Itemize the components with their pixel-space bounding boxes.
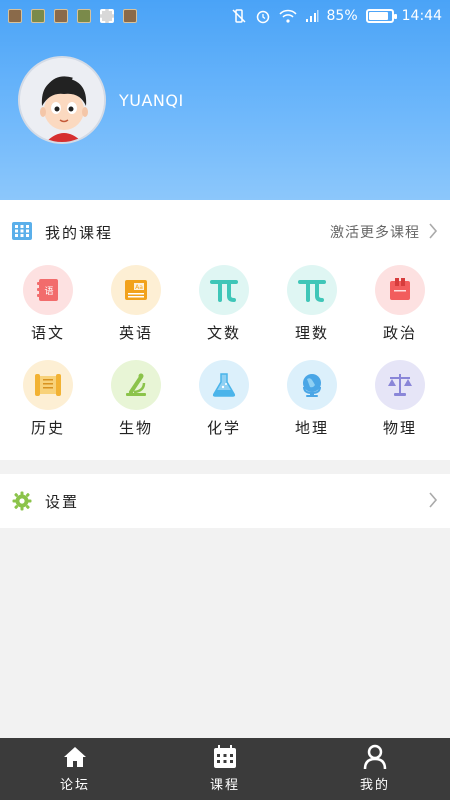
alarm-icon: [255, 8, 271, 24]
chevron-right-icon: [428, 492, 438, 512]
activate-more-courses-link[interactable]: 激活更多课程: [330, 222, 420, 242]
subject-liberal-math[interactable]: 文数: [189, 265, 259, 343]
subject-physics[interactable]: 物理: [365, 360, 435, 438]
clock: 14:44: [401, 8, 442, 24]
subject-chinese[interactable]: 语 语文: [13, 265, 83, 343]
my-courses-panel: 我的课程 激活更多课程 语 语文 Aa 英语 文数 理数 政治 历史 生物 化学…: [0, 200, 450, 460]
subject-label: 语文: [30, 324, 65, 342]
nav-forum[interactable]: 论坛: [0, 738, 150, 800]
signal-icon: [305, 9, 319, 23]
subject-geography[interactable]: 地理: [277, 360, 347, 438]
subject-history[interactable]: 历史: [13, 360, 83, 438]
svg-text:语: 语: [44, 286, 53, 297]
nav-label: 我的: [359, 778, 390, 793]
my-courses-header: 我的课程 激活更多课程: [0, 218, 450, 246]
subject-label: 政治: [382, 324, 417, 342]
flask-icon: [199, 360, 249, 410]
subject-label: 物理: [382, 419, 417, 437]
subject-politics[interactable]: 政治: [365, 265, 435, 343]
subject-biology[interactable]: 生物: [101, 360, 171, 438]
grid-icon: [12, 222, 32, 244]
nav-courses[interactable]: 课程: [150, 738, 300, 800]
microscope-icon: [111, 360, 161, 410]
scale-icon: [375, 360, 425, 410]
notification-icon: [31, 9, 45, 23]
subject-label: 文数: [206, 324, 241, 342]
notification-icon: [100, 9, 114, 23]
subject-label: 历史: [30, 419, 65, 437]
wifi-icon: [278, 9, 297, 23]
svg-text:Aa: Aa: [135, 284, 143, 291]
gear-icon: [12, 491, 32, 515]
nav-label: 课程: [209, 778, 240, 793]
subject-label: 化学: [206, 419, 241, 437]
subject-label: 生物: [118, 419, 153, 437]
book-icon: 语: [23, 265, 73, 315]
status-bar: 85% 14:44: [0, 0, 450, 32]
subject-science-math[interactable]: 理数: [277, 265, 347, 343]
chevron-right-icon[interactable]: [428, 223, 438, 243]
subject-label: 地理: [294, 419, 329, 437]
subject-english[interactable]: Aa 英语: [101, 265, 171, 343]
person-icon: [362, 744, 388, 770]
calendar-icon: [212, 744, 238, 770]
settings-label: 设置: [45, 493, 80, 511]
scroll-icon: [23, 360, 73, 410]
home-icon: [62, 744, 88, 770]
subject-chemistry[interactable]: 化学: [189, 360, 259, 438]
avatar[interactable]: [18, 56, 106, 144]
bottom-nav: 论坛 课程 我的: [0, 738, 450, 800]
globe-icon: [287, 360, 337, 410]
username: YUANQI: [119, 91, 184, 110]
pi-icon: [199, 265, 249, 315]
battery-icon: [365, 9, 397, 23]
notification-icon: [54, 9, 68, 23]
notification-icon: [77, 9, 91, 23]
nav-label: 论坛: [59, 778, 90, 793]
subject-label: 英语: [118, 324, 153, 342]
english-book-icon: Aa: [111, 265, 161, 315]
notification-icon: [123, 9, 137, 23]
nav-mine[interactable]: 我的: [300, 738, 450, 800]
pi-icon: [287, 265, 337, 315]
settings-row[interactable]: 设置: [0, 474, 450, 528]
battery-percent: 85%: [326, 8, 358, 24]
notebook-icon: [375, 265, 425, 315]
profile-header: 85% 14:44 YUANQI: [0, 0, 450, 200]
notification-icon: [8, 9, 22, 23]
vibrate-off-icon: [231, 8, 247, 24]
subject-label: 理数: [294, 324, 329, 342]
my-courses-title: 我的课程: [45, 224, 114, 242]
